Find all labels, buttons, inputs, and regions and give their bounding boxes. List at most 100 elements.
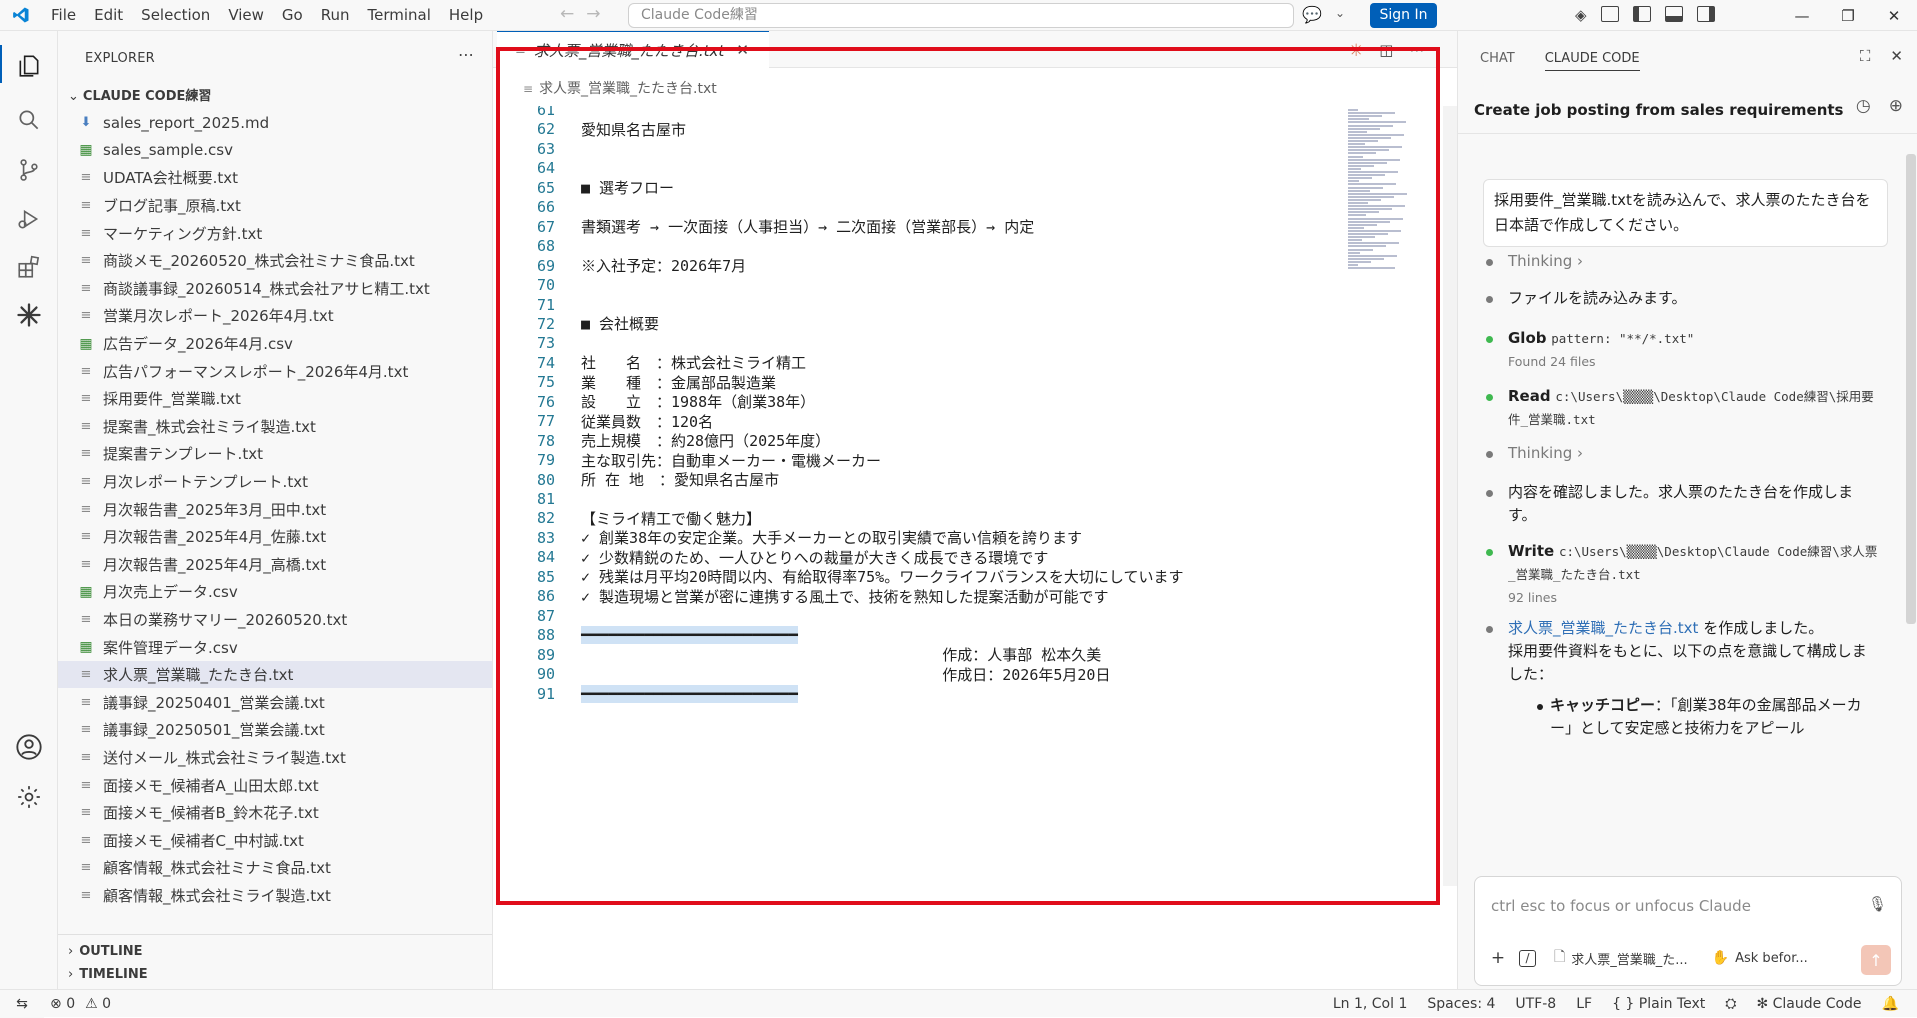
timeline-section[interactable]: › TIMELINE — [68, 967, 148, 982]
microphone-icon[interactable]: 🎙 — [1868, 895, 1887, 913]
end-of-line[interactable]: LF — [1576, 996, 1592, 1012]
encoding[interactable]: UTF-8 — [1515, 996, 1556, 1012]
file-item[interactable]: ≡ 採用要件_営業職.txt — [58, 385, 492, 413]
toggle-secondary-sidebar-icon[interactable] — [1696, 6, 1715, 22]
file-item[interactable]: ≡ 面接メモ_候補者C_中村誠.txt — [58, 826, 492, 854]
file-item[interactable]: ≡ 求人票_営業職_たたき台.txt — [58, 660, 492, 689]
explorer-files-icon[interactable] — [13, 50, 45, 82]
minimize-icon[interactable]: — — [1779, 0, 1825, 31]
menu-run[interactable]: Run — [312, 0, 359, 31]
file-item[interactable]: ≡ 顧客情報_株式会社ミナミ食品.txt — [58, 854, 492, 882]
claude-icon[interactable] — [13, 299, 45, 331]
problems-indicator[interactable]: ⊗ 0 ⚠ 0 — [50, 996, 111, 1012]
toggle-panel-icon[interactable] — [1664, 6, 1683, 22]
file-item[interactable]: ≡ 面接メモ_候補者A_山田太郎.txt — [58, 771, 492, 799]
run-debug-icon[interactable] — [13, 203, 45, 235]
file-item[interactable]: ≡ マーケティング方針.txt — [58, 219, 492, 247]
split-editor-icon[interactable]: ◫ — [1379, 41, 1393, 61]
tool-glob-step[interactable]: Glob pattern: "**/*.txt" Found 24 files — [1486, 327, 1879, 373]
language-mode[interactable]: { } Plain Text — [1612, 996, 1705, 1012]
source-control-icon[interactable] — [13, 154, 45, 186]
minimap[interactable] — [1348, 109, 1418, 274]
claude-status[interactable]: ✻ Claude Code — [1756, 996, 1861, 1012]
maximize-icon[interactable]: ⛶ — [1860, 47, 1871, 65]
file-item[interactable]: ≡ 顧客情報_株式会社ミライ製造.txt — [58, 882, 492, 910]
file-item[interactable]: ≡ 営業月次レポート_2026年4月.txt — [58, 302, 492, 330]
file-item[interactable]: ▦ 広告データ_2026年4月.csv — [58, 330, 492, 358]
chevron-down-icon[interactable]: ⌄ — [1335, 6, 1345, 20]
breadcrumb[interactable]: ≡ 求人票_営業職_たたき台.txt — [523, 78, 717, 98]
tool-write-step[interactable]: Write c:\Users\▒▒▒▒\Desktop\Claude Code練… — [1486, 540, 1879, 609]
menu-help[interactable]: Help — [440, 0, 492, 31]
file-context-chip[interactable]: 🗋 求人票_営業職_た... — [1554, 946, 1688, 970]
thinking-step[interactable]: Thinking › — [1486, 442, 1879, 465]
settings-gear-icon[interactable] — [13, 781, 45, 813]
file-item[interactable]: ≡ 提案書テンプレート.txt — [58, 440, 492, 468]
remote-icon[interactable]: ⇆ — [0, 989, 44, 1018]
toggle-primary-sidebar-icon[interactable] — [1632, 6, 1651, 22]
history-icon[interactable]: ◷ — [1856, 96, 1871, 116]
sign-in-button[interactable]: Sign In — [1370, 3, 1437, 28]
notifications-icon[interactable]: 🔔 — [1882, 996, 1899, 1012]
back-arrow-icon[interactable]: ← — [560, 4, 574, 24]
copilot-status-icon[interactable]: ⛭ — [1725, 996, 1736, 1012]
file-item[interactable]: ≡ 提案書_株式会社ミライ製造.txt — [58, 413, 492, 441]
tab-claude-code[interactable]: CLAUDE CODE — [1544, 51, 1640, 71]
close-tab-icon[interactable]: ✕ — [736, 41, 749, 59]
prompt-input[interactable]: ctrl esc to focus or unfocus Claude 🎙 + … — [1474, 876, 1902, 986]
code-editor[interactable]: 61 62 愛知県名古屋市 63 64 65 ■ 選考フロー 66 67 書類選考 → 一次面接（… — [493, 106, 1373, 886]
file-item[interactable]: ▦ 案件管理データ.csv — [58, 633, 492, 661]
search-icon[interactable] — [13, 104, 45, 136]
menu-go[interactable]: Go — [273, 0, 312, 31]
chat-icon[interactable]: 💬 — [1302, 5, 1322, 24]
menu-edit[interactable]: Edit — [85, 0, 132, 31]
more-actions-icon[interactable]: ⋯ — [458, 45, 474, 64]
file-item[interactable]: ≡ ブログ記事_原稿.txt — [58, 192, 492, 220]
file-item[interactable]: ⬇ sales_report_2025.md — [58, 109, 492, 137]
outline-section[interactable]: › OUTLINE — [68, 944, 143, 959]
new-conversation-icon[interactable]: ⊕ — [1889, 96, 1903, 116]
file-item[interactable]: ▦ sales_sample.csv — [58, 137, 492, 165]
folder-header[interactable]: ⌄ CLAUDE CODE練習 — [68, 85, 211, 104]
file-item[interactable]: ≡ 商談メモ_20260520_株式会社ミナミ食品.txt — [58, 247, 492, 275]
command-center-search[interactable]: Claude Code練習 — [628, 3, 1294, 28]
more-actions-icon[interactable]: ⋯ — [1409, 41, 1424, 61]
file-item[interactable]: ≡ 送付メール_株式会社ミライ製造.txt — [58, 744, 492, 772]
file-item[interactable]: ≡ 本日の業務サマリー_20260520.txt — [58, 606, 492, 634]
file-item[interactable]: ≡ 月次報告書_2025年4月_佐藤.txt — [58, 523, 492, 551]
editor-scrollbar[interactable] — [1443, 106, 1457, 886]
menu-selection[interactable]: Selection — [132, 0, 219, 31]
menu-terminal[interactable]: Terminal — [359, 0, 440, 31]
file-item[interactable]: ≡ 議事録_20250501_営業会議.txt — [58, 716, 492, 744]
tab-chat[interactable]: CHAT — [1480, 51, 1515, 71]
panel-scrollbar[interactable] — [1906, 154, 1916, 624]
file-item[interactable]: ≡ 広告パフォーマンスレポート_2026年4月.txt — [58, 357, 492, 385]
indentation[interactable]: Spaces: 4 — [1427, 996, 1495, 1012]
claude-spark-icon[interactable]: ✳ — [1349, 41, 1363, 61]
forward-arrow-icon[interactable]: → — [586, 4, 600, 24]
menu-view[interactable]: View — [219, 0, 273, 31]
add-attachment-icon[interactable]: + — [1487, 947, 1509, 969]
file-item[interactable]: ≡ 面接メモ_候補者B_鈴木花子.txt — [58, 799, 492, 827]
file-item[interactable]: ≡ 商談議事録_20260514_株式会社アサヒ精工.txt — [58, 275, 492, 303]
restore-icon[interactable]: ❐ — [1825, 0, 1871, 31]
file-item[interactable]: ≡ 議事録_20250401_営業会議.txt — [58, 688, 492, 716]
file-item[interactable]: ≡ 月次報告書_2025年4月_高橋.txt — [58, 551, 492, 579]
editor-tab-active[interactable]: ≡ 求人票_営業職_たたき台.txt ✕ — [497, 31, 769, 68]
mode-selector[interactable]: ✋ Ask befor... — [1712, 950, 1808, 966]
file-item[interactable]: ▦ 月次売上データ.csv — [58, 578, 492, 606]
file-item[interactable]: ≡ 月次報告書_2025年3月_田中.txt — [58, 495, 492, 523]
copilot-icon[interactable]: ◈ — [1575, 6, 1587, 24]
account-icon[interactable] — [13, 731, 45, 763]
tool-read-step[interactable]: Read c:\Users\▒▒▒▒\Desktop\Claude Code練習… — [1486, 385, 1879, 431]
thinking-step[interactable]: Thinking › — [1486, 250, 1879, 273]
slash-command-icon[interactable]: / — [1519, 949, 1536, 967]
file-item[interactable]: ≡ UDATA会社概要.txt — [58, 164, 492, 192]
extensions-icon[interactable] — [13, 251, 45, 283]
close-panel-icon[interactable]: ✕ — [1890, 47, 1903, 65]
send-button[interactable]: ↑ — [1861, 945, 1891, 975]
customize-layout-icon[interactable] — [1600, 6, 1619, 22]
menu-file[interactable]: File — [42, 0, 85, 31]
file-item[interactable]: ≡ 月次レポートテンプレート.txt — [58, 468, 492, 496]
cursor-position[interactable]: Ln 1, Col 1 — [1333, 996, 1408, 1012]
